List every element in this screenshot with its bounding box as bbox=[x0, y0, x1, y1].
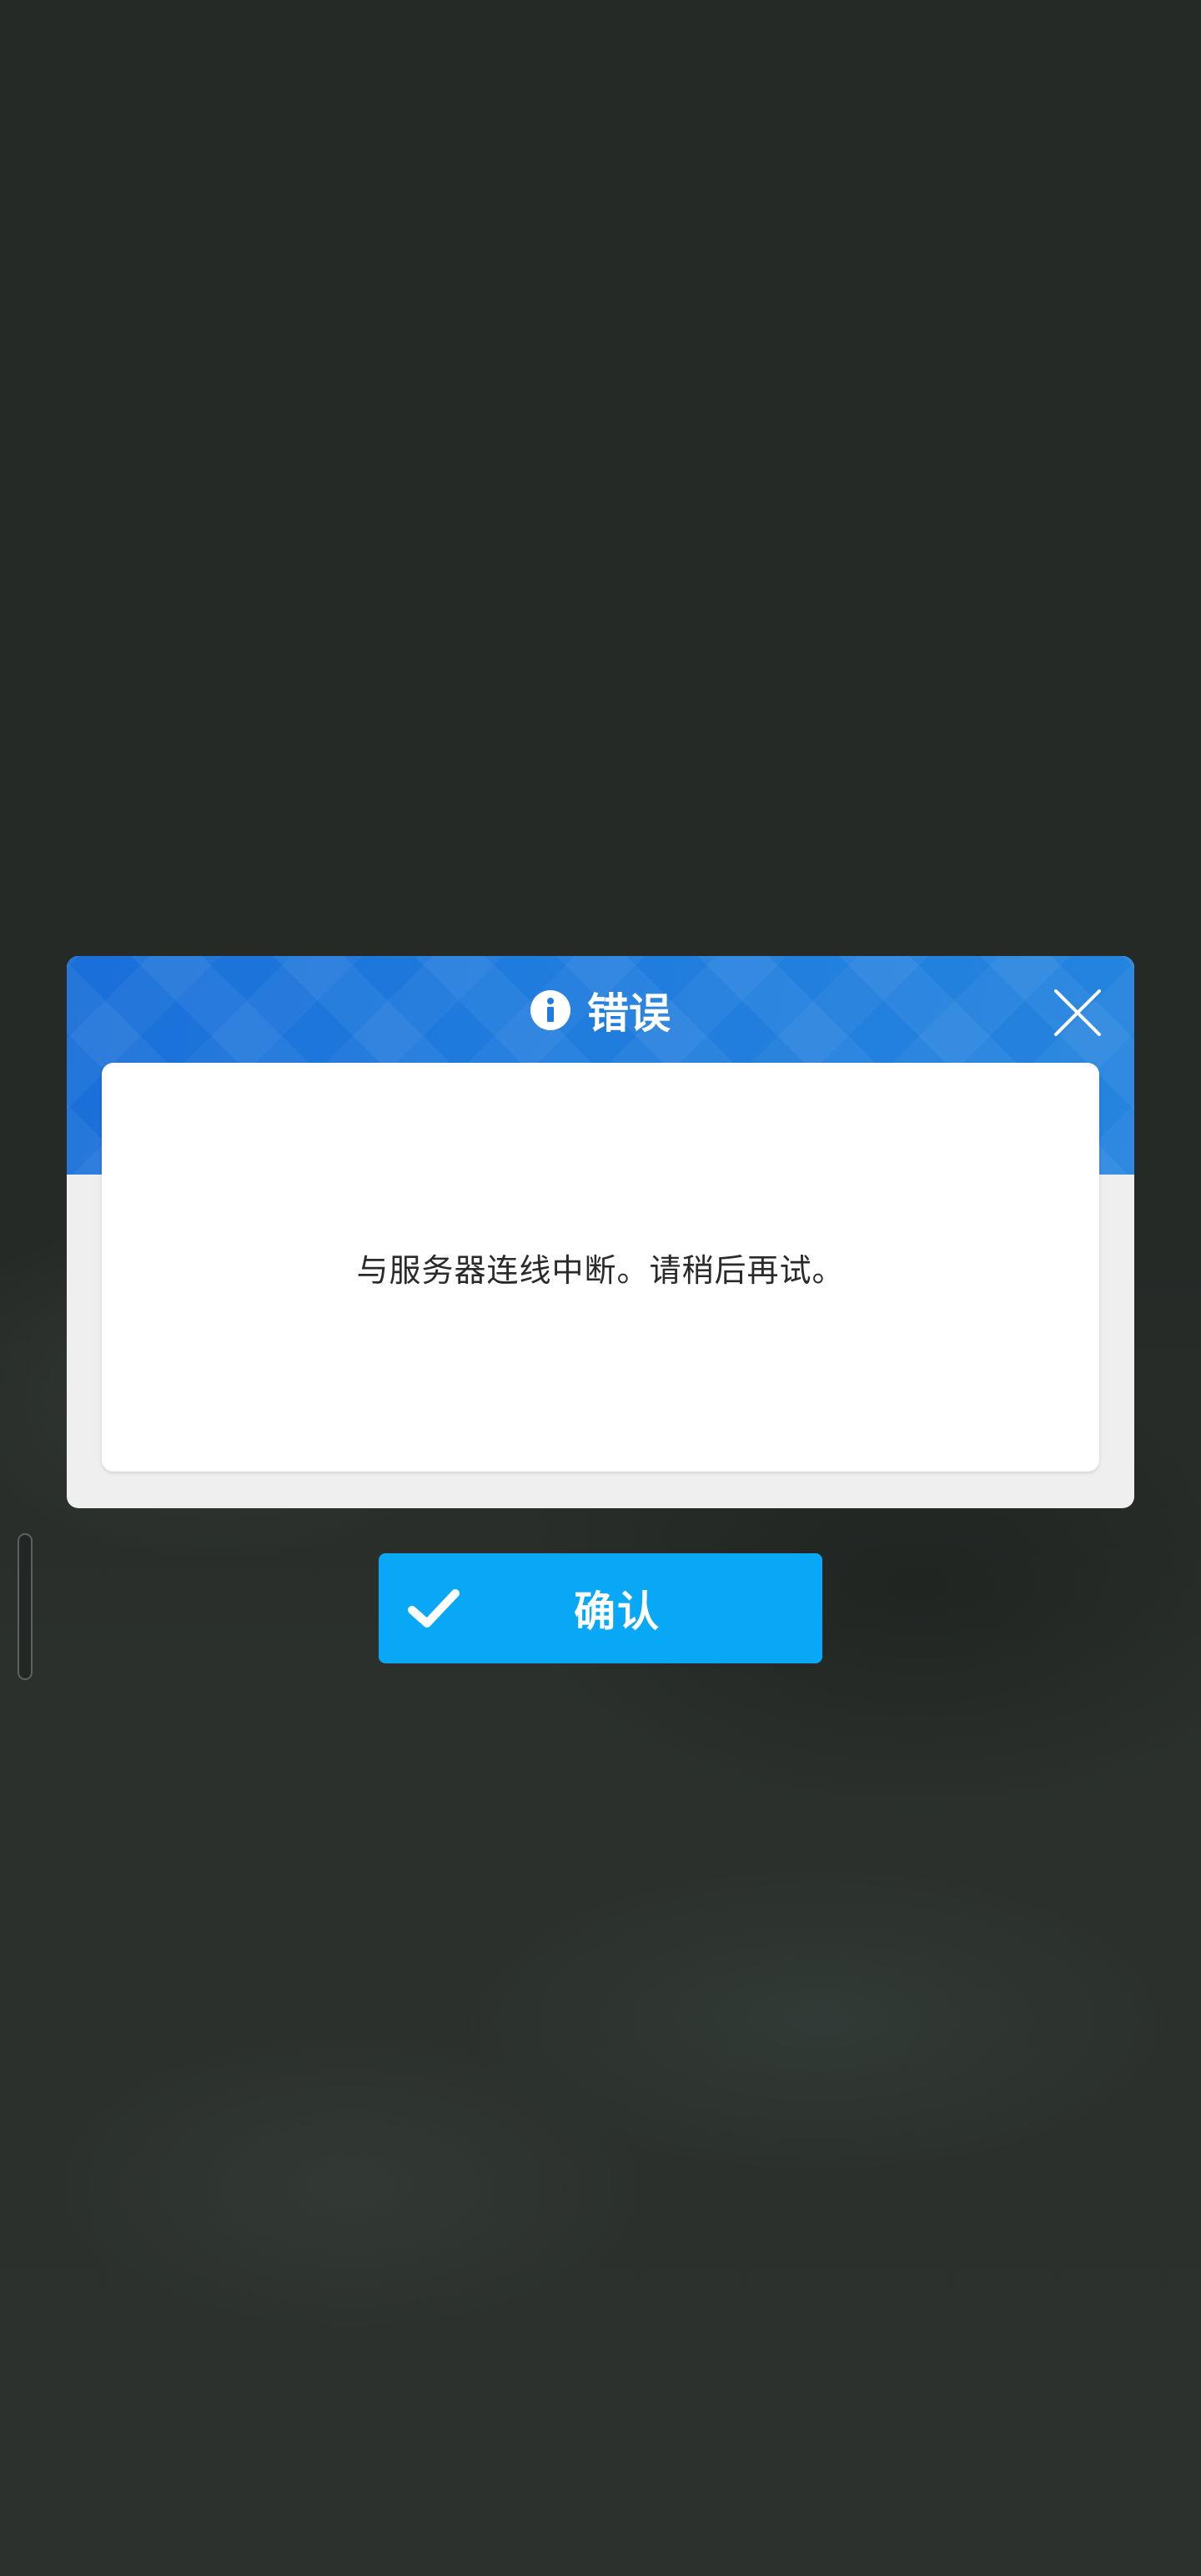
error-message: 与服务器连线中断。请稍后再试。 bbox=[356, 1251, 845, 1289]
dialog-body: 与服务器连线中断。请稍后再试。 bbox=[102, 1063, 1099, 1472]
confirm-button[interactable]: 确认 bbox=[379, 1553, 822, 1663]
confirm-button-label: 确认 bbox=[574, 1587, 661, 1636]
dialog-title: 错误 bbox=[587, 989, 671, 1038]
error-dialog: 错误 与服务器连线中断。请稍后再试。 bbox=[67, 956, 1134, 1508]
close-button[interactable] bbox=[1051, 986, 1104, 1039]
close-icon bbox=[1054, 989, 1101, 1036]
dialog-title-row: 错误 bbox=[67, 981, 1134, 1039]
side-scroll-handle[interactable] bbox=[18, 1533, 33, 1680]
info-icon bbox=[530, 990, 570, 1030]
